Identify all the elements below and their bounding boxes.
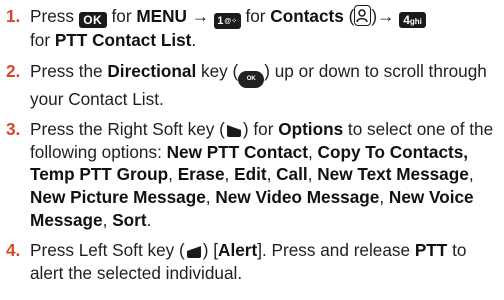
step-number: 4. <box>6 240 21 261</box>
alert-label: Alert <box>218 240 258 261</box>
option-item: New Text Message <box>317 164 469 185</box>
instruction-page: 1. Press OK for MENU → 1@⁘ for Contacts … <box>0 0 504 300</box>
contacts-icon <box>354 5 372 26</box>
option-item: New Video Message <box>215 186 380 207</box>
option-item: Sort <box>112 209 147 230</box>
option-item: New Picture Message <box>30 186 206 207</box>
steps-list: 1. Press OK for MENU → 1@⁘ for Contacts … <box>0 5 500 292</box>
step-4: 4. Press Left Soft key () [Alert]. Press… <box>6 240 467 283</box>
ptt-contact-list-label: PTT Contact List <box>54 30 192 50</box>
options-label: Options <box>278 119 344 140</box>
option-item: Erase <box>177 164 225 185</box>
step-number: 2. <box>6 60 21 81</box>
step-number: 3. <box>6 119 21 140</box>
menu-label: MENU <box>136 6 187 26</box>
contacts-label: Contacts <box>270 6 344 26</box>
four-key-icon: 4ghi <box>399 12 427 28</box>
step-2: 2. Press the Directional key (OK) up or … <box>6 60 487 109</box>
one-key-icon: 1@⁘ <box>213 13 241 29</box>
directional-key-icon: OK <box>238 70 265 88</box>
step-number: 1. <box>6 6 21 26</box>
step-1: 1. Press OK for MENU → 1@⁘ for Contacts … <box>0 5 500 52</box>
ok-key-icon: OK <box>78 12 107 28</box>
option-item: Call <box>276 164 308 185</box>
step-3: 3. Press the Right Soft key () for Optio… <box>6 119 494 230</box>
option-item: Edit <box>234 164 267 185</box>
right-soft-key-icon <box>226 125 241 138</box>
option-item: New PTT Contact <box>166 141 308 162</box>
directional-label: Directional <box>107 60 197 81</box>
ptt-label: PTT <box>414 240 448 261</box>
left-soft-key-icon <box>186 246 201 259</box>
